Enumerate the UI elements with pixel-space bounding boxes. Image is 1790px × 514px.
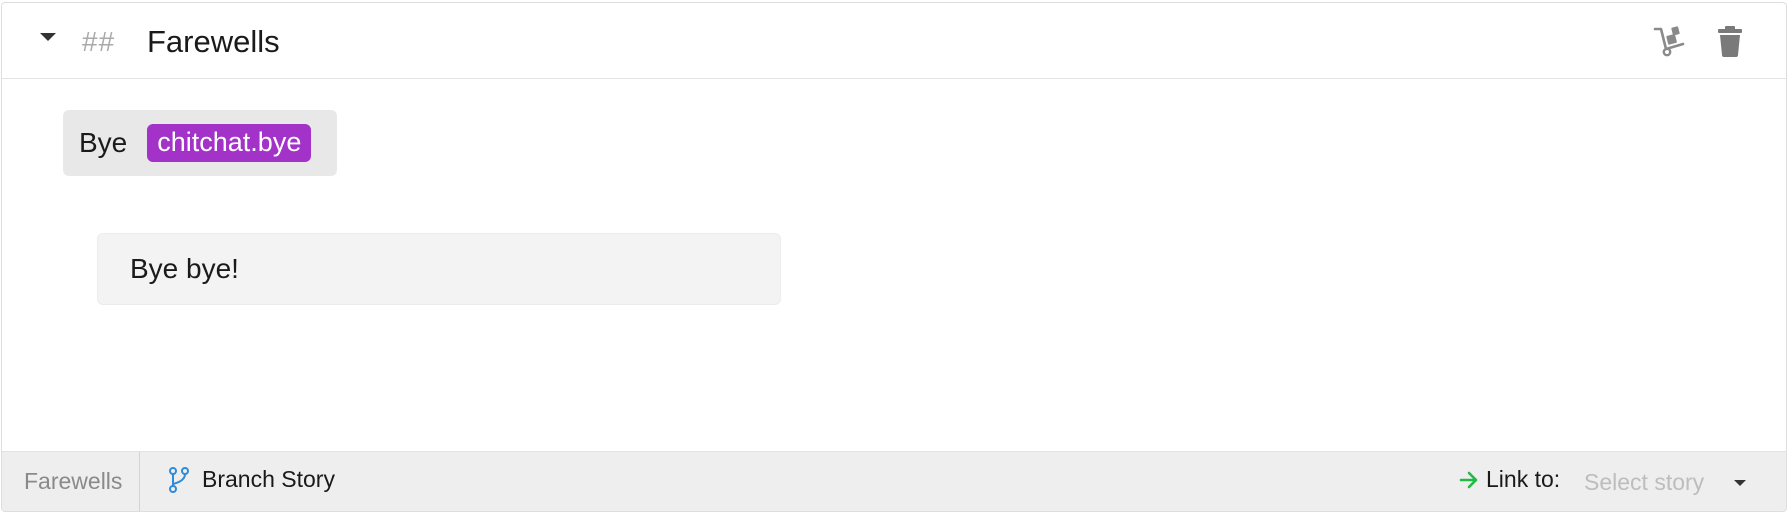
bot-response[interactable]: Bye bye! — [97, 233, 781, 305]
branch-icon — [169, 466, 189, 493]
trash-icon — [1718, 26, 1742, 57]
story-select-dropdown[interactable]: Select story — [1572, 460, 1752, 504]
delete-story-button[interactable] — [1712, 23, 1748, 59]
story-footer: Farewells Branch Story Link to: Select s… — [2, 451, 1786, 511]
story-title[interactable]: Farewells — [147, 23, 280, 61]
arrow-right-icon — [1459, 471, 1478, 488]
chevron-down-icon[interactable] — [40, 33, 56, 41]
heading-prefix: ## — [82, 26, 116, 57]
user-utterance[interactable]: Bye chitchat.bye — [63, 110, 338, 176]
utterance-text: Bye — [79, 127, 128, 158]
branch-story-label: Branch Story — [202, 466, 335, 492]
divider — [139, 452, 140, 511]
link-to-label: Link to: — [1486, 466, 1561, 492]
dolly-icon — [1653, 26, 1685, 57]
intent-label[interactable]: chitchat.bye — [147, 124, 312, 162]
move-story-button[interactable] — [1652, 23, 1688, 59]
branch-story-button[interactable]: Branch Story — [168, 466, 335, 493]
select-placeholder: Select story — [1584, 468, 1705, 495]
breadcrumb: Farewells — [24, 468, 123, 494]
caret-down-icon — [1734, 480, 1746, 486]
link-to: Link to: — [1458, 466, 1560, 493]
story-header: ## Farewells — [2, 3, 1786, 79]
bot-response-text[interactable]: Bye bye! — [130, 253, 239, 285]
story-card: ## Farewells Bye chitchat.bye Bye bye! F… — [1, 2, 1787, 512]
